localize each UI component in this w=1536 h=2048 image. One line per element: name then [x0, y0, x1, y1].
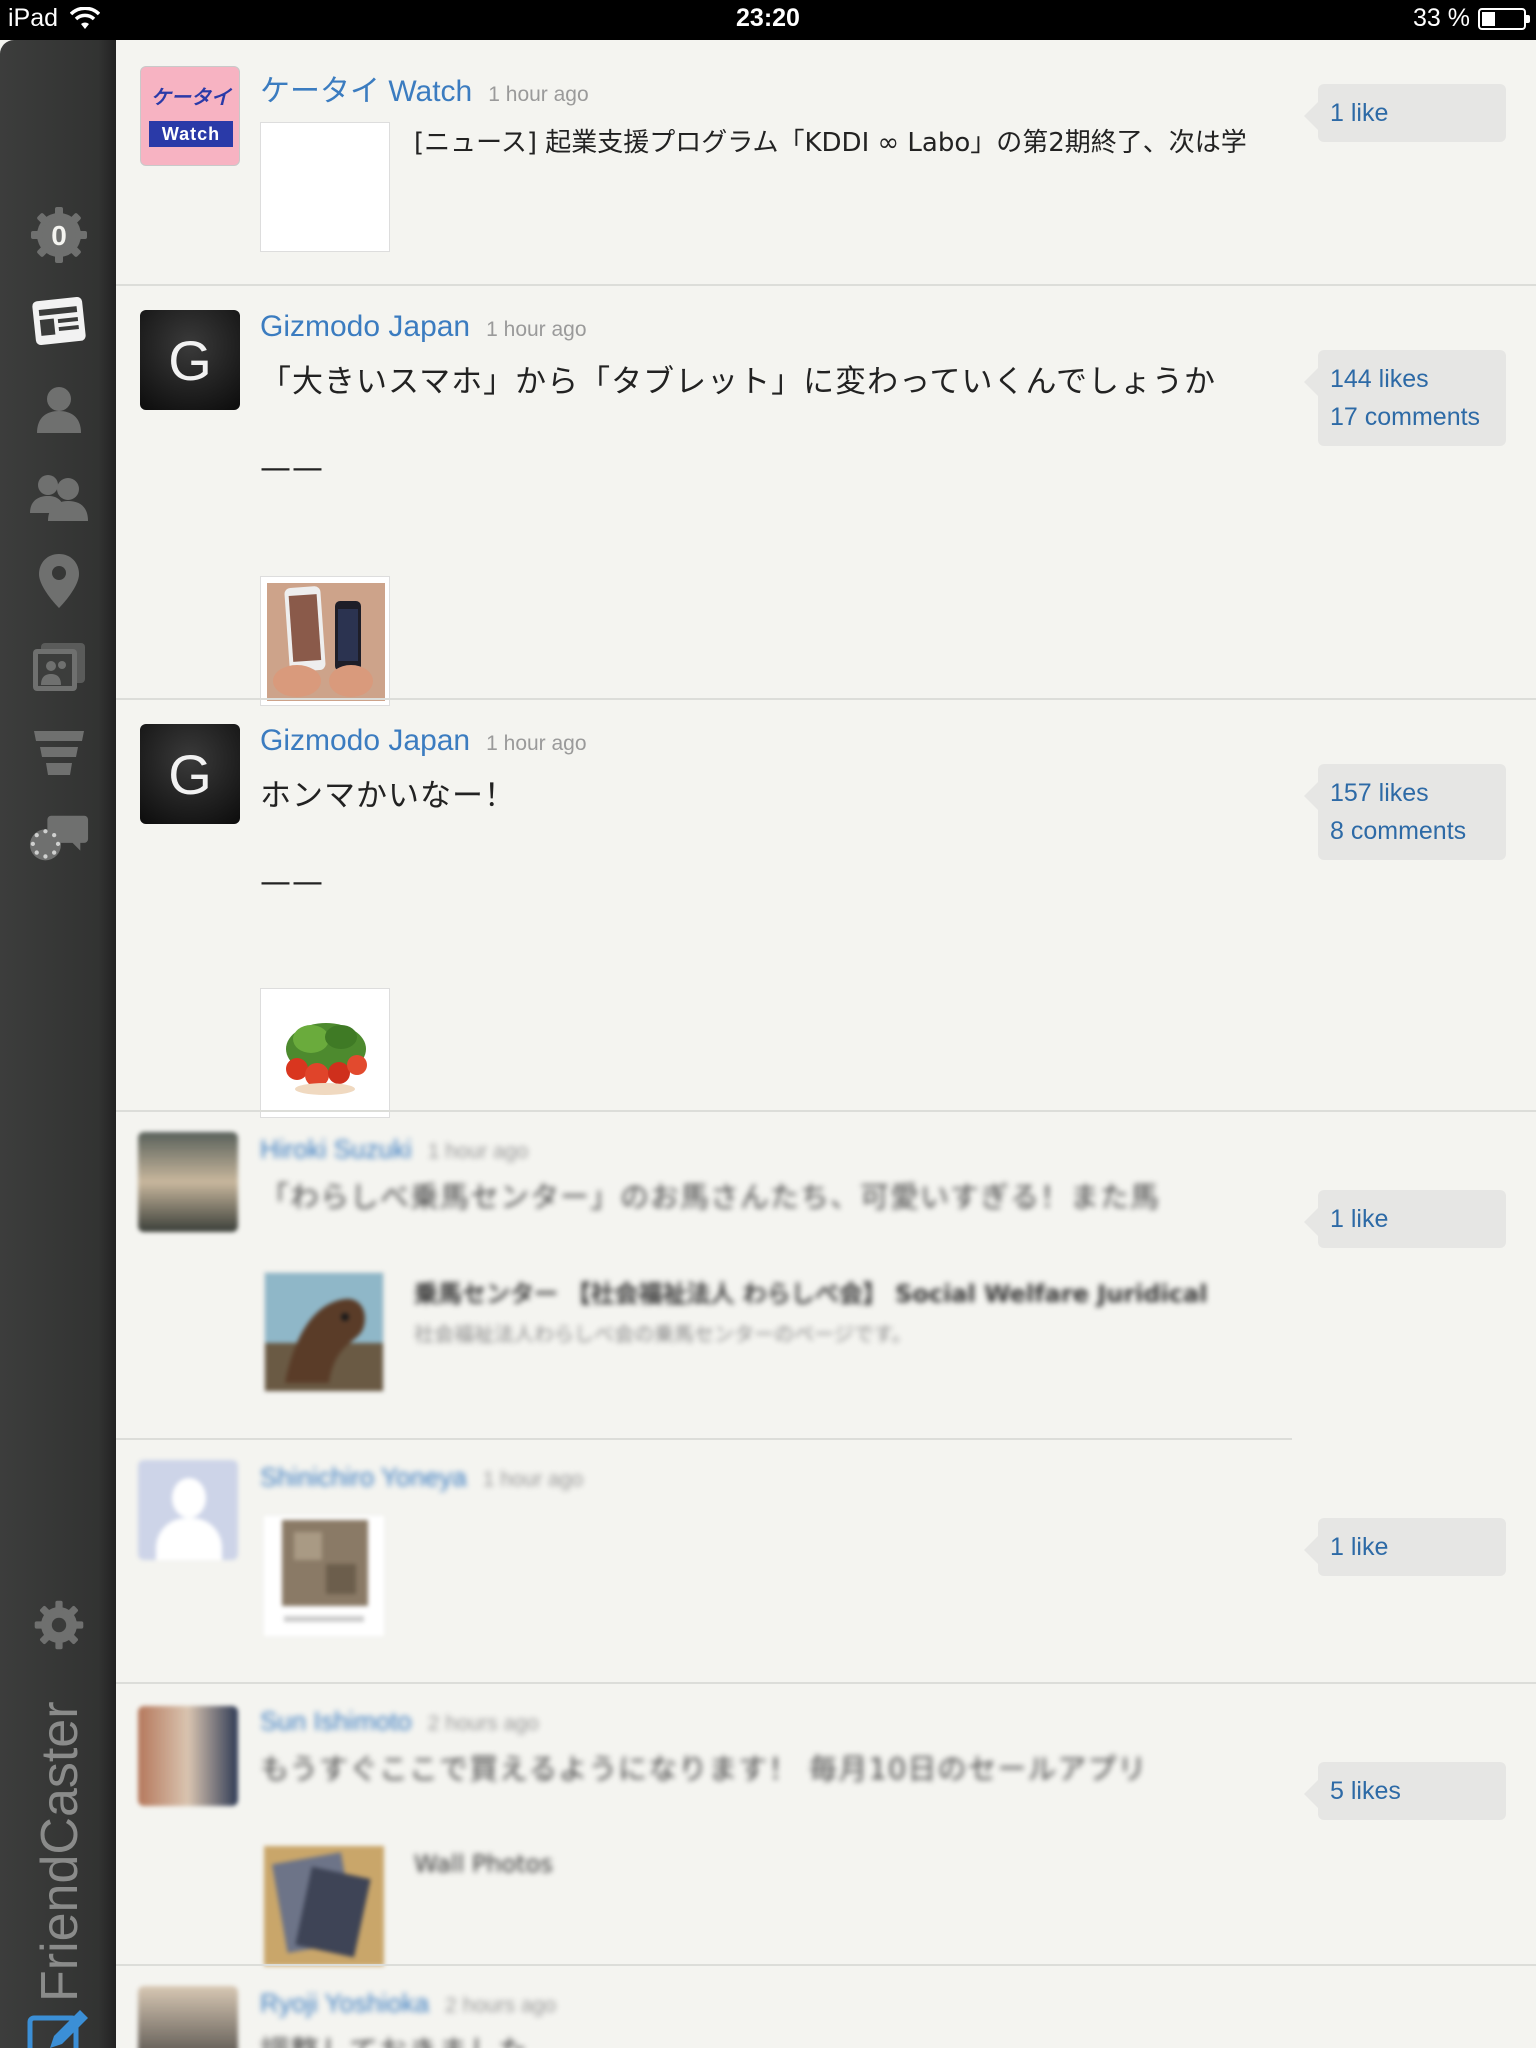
- post-text: 「わらしべ乗馬センター」のお馬さんたち、可愛いすぎる！また馬: [260, 1180, 1161, 1214]
- brand-logo: FriendCaster: [22, 1672, 98, 2002]
- post-author-row: Ryoji Yoshioka 2 hours ago: [260, 1988, 556, 2019]
- settings-gear-icon[interactable]: [28, 1594, 90, 1656]
- link-title[interactable]: [ニュース] 起業支援プログラム「KDDI ∞ Labo」の第2期終了、次は学: [414, 122, 1404, 159]
- brand-name: FriendCaster: [31, 1701, 89, 2002]
- post-author[interactable]: ケータイ Watch: [260, 75, 472, 108]
- notifications-gear-icon[interactable]: 0: [28, 204, 90, 266]
- comments-count[interactable]: 8 comments: [1330, 812, 1494, 850]
- likes-badge[interactable]: 1 like: [1304, 1190, 1506, 1248]
- post-time: 2 hours ago: [445, 1994, 557, 2017]
- likes-badge[interactable]: 1 like: [1304, 1518, 1506, 1576]
- link-title[interactable]: Wall Photos: [414, 1850, 1404, 1878]
- link-thumbnail[interactable]: [264, 1272, 384, 1392]
- post-time: 1 hour ago: [488, 83, 589, 106]
- friends-icon[interactable]: [28, 464, 90, 526]
- feed-post[interactable]: G Gizmodo Japan 1 hour ago ホンマかいなー！ —— 15…: [116, 700, 1536, 1118]
- post-author-row: Shinichiro Yoneya 1 hour ago: [260, 1462, 583, 1493]
- post-author-row: Hiroki Suzuki 1 hour ago: [260, 1134, 528, 1165]
- avatar[interactable]: [138, 1132, 238, 1232]
- feed-post[interactable]: Sun Ishimoto 2 hours ago もうすぐここで買えるようになりま…: [116, 1684, 1536, 1966]
- person-icon[interactable]: [28, 378, 90, 440]
- post-time: 1 hour ago: [427, 1140, 529, 1163]
- avatar[interactable]: [138, 1706, 238, 1806]
- avatar-logo-sub: Watch: [149, 121, 233, 147]
- avatar-letter: G: [168, 329, 212, 392]
- post-time: 1 hour ago: [486, 318, 587, 341]
- post-text: 「大きいスマホ」から「タブレット」に変わっていくんでしょうか: [260, 364, 1216, 400]
- battery-percent: 33 %: [1413, 4, 1470, 32]
- avatar-silhouette: [172, 1478, 206, 1518]
- post-separator: ——: [260, 450, 324, 486]
- status-bar: iPad 23:20 33 %: [0, 0, 1536, 40]
- news-feed[interactable]: ケータイ Watch ケータイ Watch 1 hour ago [ニュース] 起…: [116, 40, 1536, 2048]
- feed-post[interactable]: Hiroki Suzuki 1 hour ago 「わらしべ乗馬センター」のお馬さ…: [116, 1112, 1536, 1438]
- post-author[interactable]: Sun Ishimoto: [260, 1706, 412, 1736]
- post-separator: ——: [260, 864, 324, 900]
- post-author-row: Gizmodo Japan 1 hour ago: [260, 310, 587, 344]
- status-time: 23:20: [736, 4, 800, 32]
- photo-thumbnail[interactable]: [264, 1846, 384, 1966]
- likes-count[interactable]: 157 likes: [1330, 774, 1494, 812]
- post-text: もうすぐここで買えるようになります！ 毎月10日のセールアプリ: [260, 1752, 1148, 1786]
- likes-count[interactable]: 1 like: [1330, 94, 1494, 132]
- post-author[interactable]: Shinichiro Yoneya: [260, 1462, 467, 1492]
- battery-level: [1482, 11, 1496, 26]
- messages-icon[interactable]: [28, 808, 90, 870]
- photo-thumbnail[interactable]: [260, 576, 390, 706]
- photo-thumbnail[interactable]: [264, 1516, 384, 1636]
- status-right: 33 %: [1413, 4, 1530, 33]
- avatar-silhouette-body: [156, 1518, 222, 1560]
- link-title[interactable]: 乗馬センター 【社会福祉法人 わらしべ会】 Social Welfare Jur…: [414, 1274, 1404, 1309]
- avatar[interactable]: G: [140, 724, 240, 824]
- avatar[interactable]: [138, 1986, 238, 2048]
- sidebar: 0 FriendCaster: [0, 40, 116, 2048]
- avatar[interactable]: ケータイ Watch: [140, 66, 240, 166]
- post-author[interactable]: Hiroki Suzuki: [260, 1134, 412, 1164]
- news-feed-icon[interactable]: [28, 290, 90, 352]
- post-text: 調整しておきました ……: [260, 2028, 1400, 2048]
- comments-count[interactable]: 17 comments: [1330, 398, 1494, 436]
- feed-post[interactable]: ケータイ Watch ケータイ Watch 1 hour ago [ニュース] 起…: [116, 40, 1536, 284]
- post-author[interactable]: Gizmodo Japan: [260, 724, 470, 757]
- feed-post[interactable]: G Gizmodo Japan 1 hour ago 「大きいスマホ」から「タブレ…: [116, 286, 1536, 706]
- battery-icon: [1478, 7, 1530, 30]
- post-author[interactable]: Ryoji Yoshioka: [260, 1988, 429, 2018]
- likes-count[interactable]: 5 likes: [1330, 1772, 1494, 1810]
- link-thumbnail[interactable]: [260, 122, 390, 252]
- likes-count[interactable]: 1 like: [1330, 1200, 1494, 1238]
- location-pin-icon[interactable]: [28, 550, 90, 612]
- photos-icon[interactable]: [28, 636, 90, 698]
- photo-thumbnail[interactable]: [260, 988, 390, 1118]
- likes-badge[interactable]: 157 likes 8 comments: [1304, 764, 1506, 860]
- avatar-logo-text: ケータイ: [151, 87, 231, 109]
- likes-badge[interactable]: 1 like: [1304, 84, 1506, 142]
- feed-post[interactable]: Shinichiro Yoneya 1 hour ago 1 like: [116, 1440, 1536, 1682]
- compose-icon[interactable]: [24, 2004, 92, 2048]
- post-time: 1 hour ago: [482, 1468, 584, 1491]
- post-author[interactable]: Gizmodo Japan: [260, 310, 470, 343]
- post-author-row: Sun Ishimoto 2 hours ago: [260, 1706, 539, 1737]
- filter-icon[interactable]: [28, 722, 90, 784]
- avatar[interactable]: [138, 1460, 238, 1560]
- avatar-letter: G: [168, 743, 212, 806]
- feed-post[interactable]: Ryoji Yoshioka 2 hours ago 調整しておきました ……: [116, 1966, 1536, 2048]
- notification-count: 0: [51, 220, 67, 251]
- post-author-row: Gizmodo Japan 1 hour ago: [260, 724, 587, 758]
- link-description: 社会福祉法人わらしべ会の乗馬センターのページです。: [414, 1322, 912, 1346]
- likes-count[interactable]: 1 like: [1330, 1528, 1494, 1566]
- post-text: ホンマかいなー！: [260, 778, 516, 814]
- likes-badge[interactable]: 5 likes: [1304, 1762, 1506, 1820]
- avatar[interactable]: G: [140, 310, 240, 410]
- post-time: 2 hours ago: [427, 1712, 539, 1735]
- post-author-row: ケータイ Watch 1 hour ago: [260, 66, 589, 110]
- likes-count[interactable]: 144 likes: [1330, 360, 1494, 398]
- post-time: 1 hour ago: [486, 732, 587, 755]
- likes-badge[interactable]: 144 likes 17 comments: [1304, 350, 1506, 446]
